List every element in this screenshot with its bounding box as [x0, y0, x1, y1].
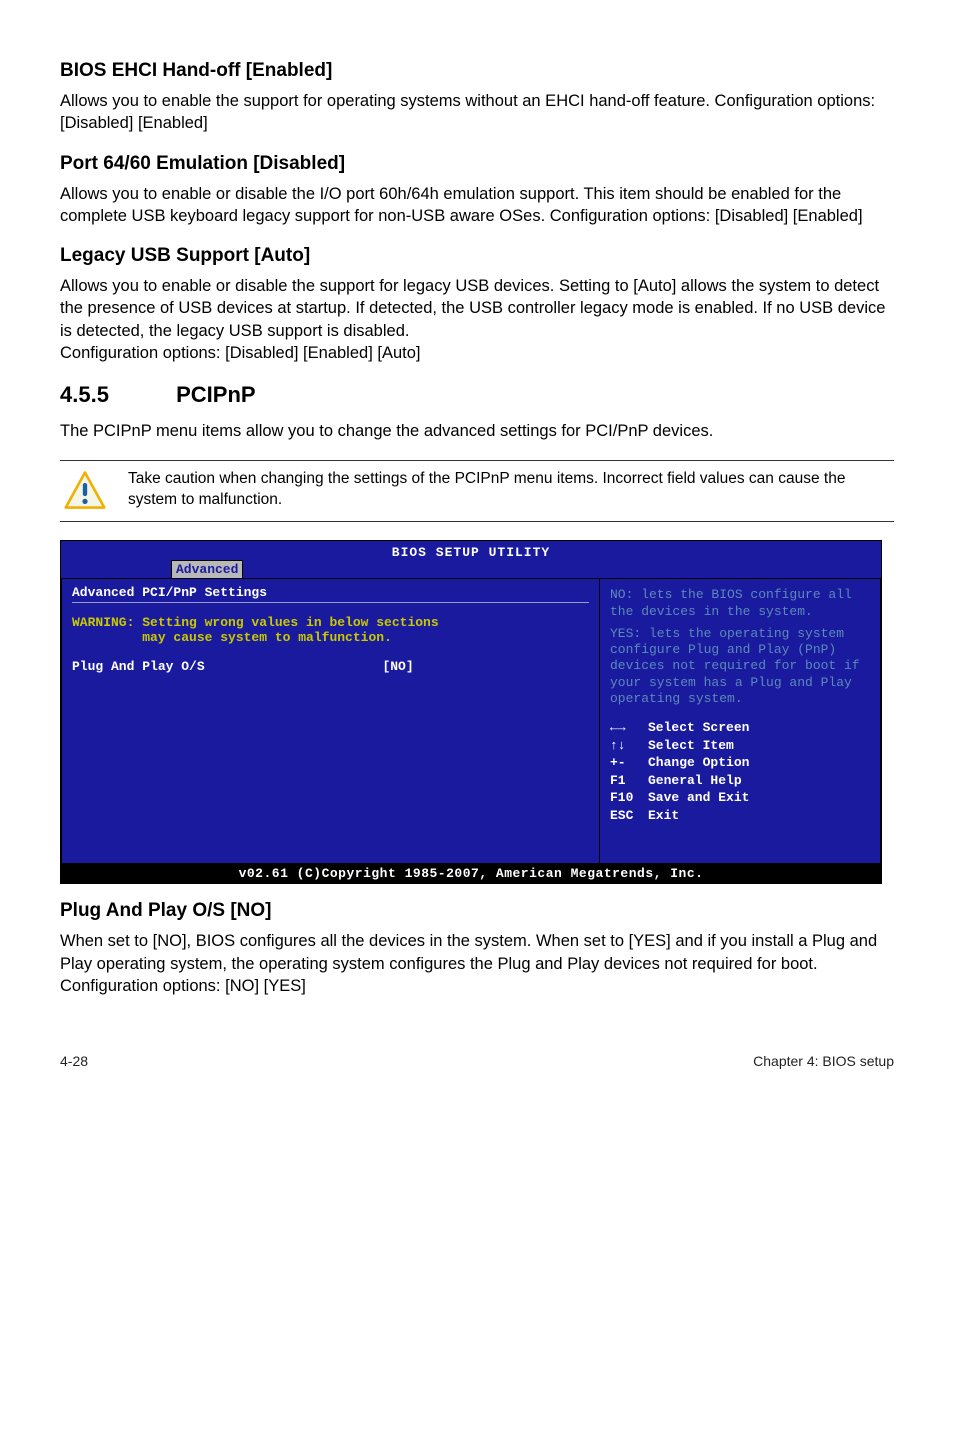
- bios-key-select-screen: Select Screen: [648, 720, 749, 735]
- bios-nav-keys: ←→Select Screen ↑↓Select Item +-Change O…: [610, 719, 870, 824]
- bios-key-save-exit: Save and Exit: [648, 790, 749, 805]
- chapter-title: PCIPnP: [176, 382, 255, 407]
- paragraph-port6460: Allows you to enable or disable the I/O …: [60, 183, 894, 228]
- page-footer: 4-28 Chapter 4: BIOS setup: [60, 1053, 894, 1069]
- bios-key-change-option: Change Option: [648, 755, 749, 770]
- paragraph-legacy-usb-1: Allows you to enable or disable the supp…: [60, 275, 894, 342]
- chapter-label: Chapter 4: BIOS setup: [753, 1053, 894, 1069]
- paragraph-plug-2: Configuration options: [NO] [YES]: [60, 975, 894, 997]
- bios-title: BIOS SETUP UTILITY: [61, 541, 881, 560]
- bios-left-pane: Advanced PCI/PnP Settings WARNING: Setti…: [61, 579, 599, 864]
- paragraph-plug-1: When set to [NO], BIOS configures all th…: [60, 930, 894, 975]
- bios-key-arrows-ud: ↑↓: [610, 737, 648, 755]
- bios-key-select-item: Select Item: [648, 738, 734, 753]
- chapter-heading: 4.5.5 PCIPnP: [60, 382, 894, 408]
- bios-right-pane: NO: lets the BIOS configure all the devi…: [599, 579, 881, 864]
- paragraph-ehci: Allows you to enable the support for ope…: [60, 90, 894, 135]
- bios-help-no: NO: lets the BIOS configure all the devi…: [610, 587, 870, 620]
- paragraph-legacy-usb-2: Configuration options: [Disabled] [Enabl…: [60, 342, 894, 364]
- caution-icon: [64, 469, 106, 511]
- chapter-intro: The PCIPnP menu items allow you to chang…: [60, 420, 894, 442]
- bios-warning-line1: WARNING: Setting wrong values in below s…: [72, 615, 589, 630]
- bios-option-value: [NO]: [382, 659, 413, 674]
- bios-key-esc: ESC: [610, 807, 648, 825]
- caution-text: Take caution when changing the settings …: [128, 469, 894, 511]
- heading-ehci: BIOS EHCI Hand-off [Enabled]: [60, 60, 894, 82]
- bios-warning-line2: may cause system to malfunction.: [72, 630, 589, 645]
- bios-tab-advanced: Advanced: [171, 560, 243, 578]
- caution-note: Take caution when changing the settings …: [60, 460, 894, 522]
- bios-help-yes: YES: lets the operating system configure…: [610, 626, 870, 707]
- heading-plug-and-play: Plug And Play O/S [NO]: [60, 900, 894, 922]
- bios-key-f10: F10: [610, 789, 648, 807]
- bios-key-arrows-lr: ←→: [610, 719, 648, 737]
- heading-port6460: Port 64/60 Emulation [Disabled]: [60, 153, 894, 175]
- bios-tab-row: Advanced: [61, 560, 881, 579]
- heading-legacy-usb: Legacy USB Support [Auto]: [60, 245, 894, 267]
- bios-section-title: Advanced PCI/PnP Settings: [72, 585, 589, 603]
- bios-footer: v02.61 (C)Copyright 1985-2007, American …: [61, 864, 881, 883]
- bios-key-exit: Exit: [648, 808, 679, 823]
- bios-key-f1: F1: [610, 772, 648, 790]
- bios-screenshot: BIOS SETUP UTILITY Advanced Advanced PCI…: [60, 540, 882, 884]
- bios-key-plusminus: +-: [610, 754, 648, 772]
- bios-key-general-help: General Help: [648, 773, 742, 788]
- bios-option-label: Plug And Play O/S: [72, 659, 205, 674]
- bios-option-plug-and-play: Plug And Play O/S [NO]: [72, 659, 589, 674]
- chapter-number: 4.5.5: [60, 382, 170, 408]
- page-number: 4-28: [60, 1053, 88, 1069]
